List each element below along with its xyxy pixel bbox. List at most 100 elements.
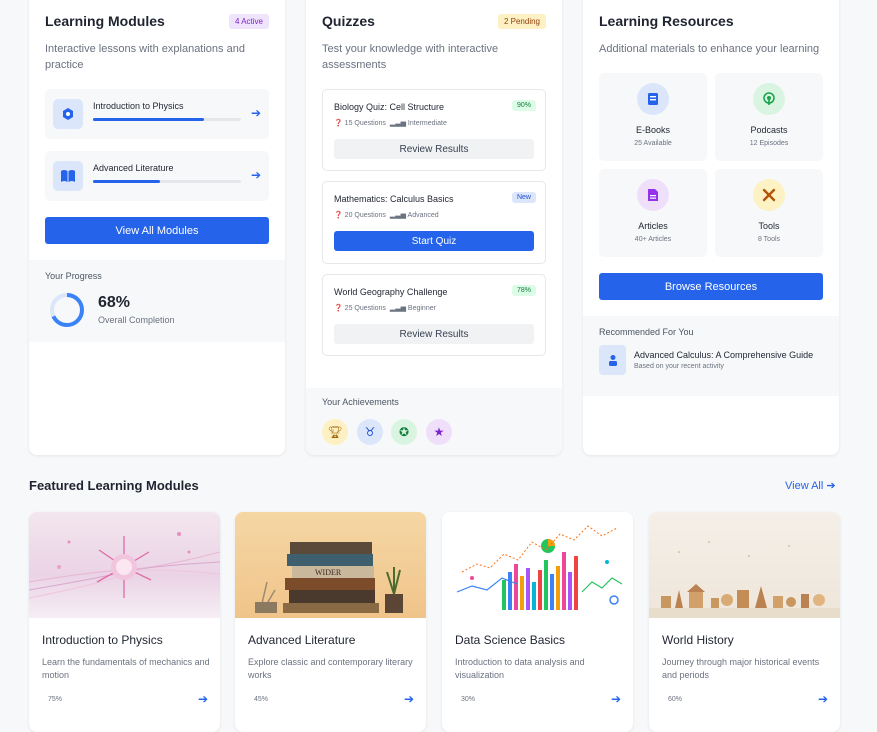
quiz-score-badge: 90% (511, 100, 536, 111)
card-description: Journey through major historical events … (662, 657, 820, 680)
featured-card-world-history[interactable]: World History Journey through major hist… (649, 512, 840, 732)
card-title: Introduction to Physics (42, 633, 163, 647)
resource-tile-podcasts[interactable]: Podcasts 12 Episodes (715, 73, 823, 161)
resource-tile-tools[interactable]: Tools 8 Tools (715, 169, 823, 257)
question-icon: ❓ (334, 120, 343, 127)
recommended-subtitle: Based on your recent activity (634, 363, 724, 370)
quiz-title: Mathematics: Calculus Basics (334, 194, 454, 204)
card-progress: 45% (254, 696, 269, 703)
level-icon: ▂▃▅ (389, 212, 406, 219)
learning-modules-title: Learning Modules (45, 13, 165, 29)
pending-badge: 2 Pending (497, 14, 546, 29)
module-row-literature[interactable]: Advanced Literature ➔ (45, 151, 269, 201)
card-description: Introduction to data analysis and visual… (455, 657, 585, 680)
recommended-label: Recommended For You (599, 327, 694, 337)
card-progress: 75% (48, 696, 63, 703)
review-results-button[interactable]: Review Results (334, 324, 534, 344)
arrow-right-icon[interactable]: ➔ (198, 692, 208, 706)
arrow-right-icon[interactable]: ➔ (818, 692, 828, 706)
quizzes-card: Quizzes 2 Pending Test your knowledge wi… (306, 0, 562, 455)
award-icon[interactable]: ✪ (391, 419, 417, 445)
card-description: Explore classic and contemporary literar… (248, 657, 413, 680)
featured-card-physics[interactable]: Introduction to Physics Learn the fundam… (29, 512, 220, 732)
books-image: WIDER (235, 512, 426, 618)
book-spine-text: WIDER (315, 568, 342, 577)
quiz-item: Biology Quiz: Cell Structure 90% ❓ 15 Qu… (322, 89, 546, 171)
progress-caption: Overall Completion (98, 315, 175, 325)
level-icon: ▂▃▅ (389, 305, 406, 312)
podcast-icon (753, 83, 785, 115)
quiz-new-badge: New (511, 192, 536, 203)
star-icon[interactable]: ★ (426, 419, 452, 445)
quiz-score-badge: 78% (511, 285, 536, 296)
review-results-button[interactable]: Review Results (334, 139, 534, 159)
card-progress: 60% (668, 696, 683, 703)
resources-description: Additional materials to enhance your lea… (599, 43, 820, 55)
module-label: Introduction to Physics (93, 101, 184, 111)
data-viz-image (442, 512, 633, 618)
resource-count: 12 Episodes (749, 140, 789, 147)
question-icon: ❓ (334, 305, 343, 312)
quizzes-description: Test your knowledge with interactive ass… (322, 43, 499, 71)
quiz-item: World Geography Challenge 78% ❓ 25 Quest… (322, 274, 546, 356)
physics-image (29, 512, 220, 618)
arrow-right-icon[interactable]: ➔ (611, 692, 621, 706)
module-label: Advanced Literature (93, 163, 174, 173)
recommended-item[interactable]: Advanced Calculus: A Comprehensive Guide… (599, 345, 829, 377)
resource-name: E-Books (635, 125, 670, 135)
recommended-title: Advanced Calculus: A Comprehensive Guide (634, 350, 814, 360)
module-progress-bar (93, 118, 241, 121)
resource-tile-ebooks[interactable]: E-Books 25 Available (599, 73, 707, 161)
resource-name: Articles (638, 221, 668, 231)
atom-icon (53, 99, 83, 129)
browse-resources-button[interactable]: Browse Resources (599, 273, 823, 300)
resource-count: 25 Available (634, 140, 672, 147)
learning-resources-card: Learning Resources Additional materials … (583, 0, 839, 455)
featured-title: Featured Learning Modules (29, 478, 199, 493)
history-image (649, 512, 840, 618)
progress-value: 68% (98, 294, 131, 311)
progress-section: Your Progress 68% Overall Completion (29, 260, 285, 342)
trophy-icon[interactable]: 🏆︎ (322, 419, 348, 445)
learning-modules-description: Interactive lessons with explanations an… (45, 43, 245, 71)
view-all-modules-button[interactable]: View All Modules (45, 217, 269, 244)
module-row-physics[interactable]: Introduction to Physics ➔ (45, 89, 269, 139)
quiz-title: World Geography Challenge (334, 287, 448, 297)
resource-name: Tools (758, 221, 780, 231)
module-progress-bar (93, 180, 241, 183)
resource-tile-articles[interactable]: Articles 40+ Articles (599, 169, 707, 257)
resource-count: 40+ Articles (634, 236, 672, 243)
arrow-right-icon[interactable]: ➔ (251, 106, 261, 120)
quiz-title: Biology Quiz: Cell Structure (334, 102, 445, 112)
active-badge: 4 Active (228, 14, 269, 29)
card-description: Learn the fundamentals of mechanics and … (42, 657, 210, 680)
card-title: World History (662, 633, 734, 647)
progress-ring (50, 293, 84, 327)
featured-card-literature[interactable]: WIDER Advanced Literature Explore classi… (235, 512, 426, 732)
learning-modules-card: Learning Modules 4 Active Interactive le… (29, 0, 285, 455)
view-all-link[interactable]: View All ➔ (785, 479, 836, 492)
level-icon: ▂▃▅ (389, 120, 406, 127)
medal-icon[interactable]: ♉︎ (357, 419, 383, 445)
arrow-right-icon[interactable]: ➔ (404, 692, 414, 706)
arrow-right-icon[interactable]: ➔ (251, 168, 261, 182)
quiz-meta: ❓ 25 Questions ▂▃▅ Beginner (334, 305, 436, 312)
card-title: Advanced Literature (248, 633, 356, 647)
tools-icon (753, 179, 785, 211)
recommended-section: Recommended For You Advanced Calculus: A… (583, 316, 839, 396)
achievements-label: Your Achievements (322, 397, 399, 407)
resource-count: 8 Tools (757, 236, 781, 243)
quiz-meta: ❓ 15 Questions ▂▃▅ Intermediate (334, 120, 447, 127)
start-quiz-button[interactable]: Start Quiz (334, 231, 534, 251)
card-title: Data Science Basics (455, 633, 566, 647)
featured-card-data-science[interactable]: Data Science Basics Introduction to data… (442, 512, 633, 732)
article-icon (637, 179, 669, 211)
arrow-right-icon: ➔ (826, 480, 836, 492)
quizzes-title: Quizzes (322, 13, 375, 29)
card-progress: 30% (461, 696, 476, 703)
quiz-meta: ❓ 20 Questions ▂▃▅ Advanced (334, 212, 439, 219)
progress-label: Your Progress (45, 271, 102, 281)
resources-title: Learning Resources (599, 13, 734, 29)
question-icon: ❓ (334, 212, 343, 219)
book-icon (637, 83, 669, 115)
